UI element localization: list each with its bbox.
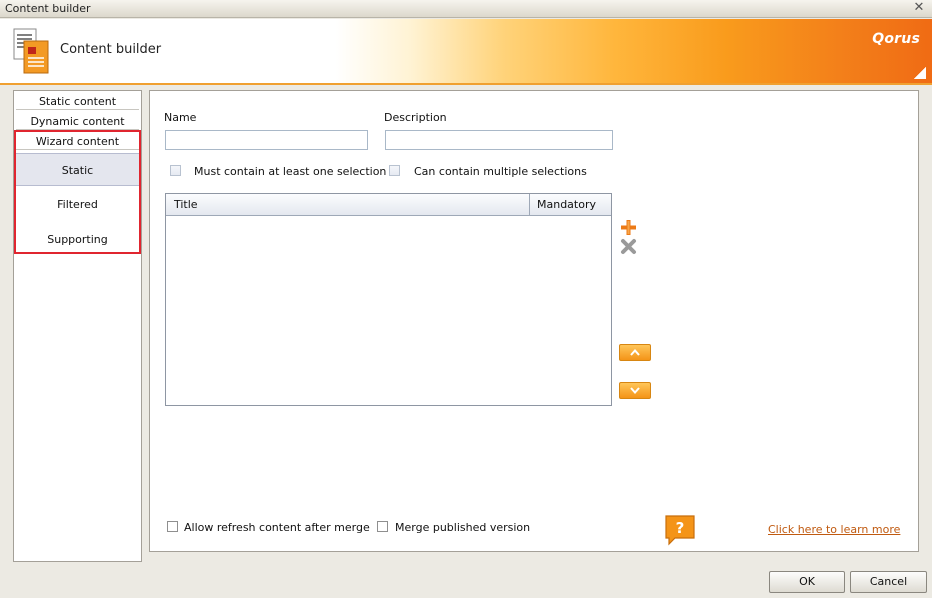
allow-refresh-checkbox[interactable]	[167, 521, 178, 532]
header-banner: Content builder Qorus	[0, 19, 932, 85]
description-label: Description	[384, 111, 447, 124]
move-up-icon	[630, 348, 640, 356]
merge-published-label: Merge published version	[395, 521, 531, 534]
name-label: Name	[164, 111, 197, 124]
document-icon	[13, 28, 49, 74]
svg-text:?: ?	[676, 519, 685, 537]
grid-header: Title Mandatory	[166, 194, 611, 216]
nav-item-static-content[interactable]: Static content	[16, 93, 139, 110]
help-icon[interactable]: ?	[663, 513, 697, 546]
window-title: Content builder	[5, 2, 91, 15]
nav-subitem-supporting[interactable]: Supporting	[16, 223, 139, 256]
move-up-button[interactable]	[619, 344, 651, 361]
banner-title: Content builder	[60, 42, 162, 57]
nav-item-dynamic-content[interactable]: Dynamic content	[16, 113, 139, 130]
cancel-button[interactable]: Cancel	[850, 571, 927, 593]
remove-icon[interactable]	[620, 238, 637, 255]
allow-refresh-label: Allow refresh content after merge	[184, 521, 370, 534]
nav-item-wizard-content[interactable]: Wizard content	[16, 133, 139, 150]
brand-logo: Qorus	[872, 31, 920, 47]
ok-button[interactable]: OK	[769, 571, 845, 593]
items-grid[interactable]: Title Mandatory	[165, 193, 612, 406]
learn-more-link[interactable]: Click here to learn more	[768, 523, 900, 536]
must-contain-checkbox[interactable]	[170, 165, 181, 176]
column-header-title[interactable]: Title	[166, 194, 530, 216]
move-down-button[interactable]	[619, 382, 651, 399]
window-titlebar: Content builder ✕	[0, 0, 932, 18]
merge-published-checkbox[interactable]	[377, 521, 388, 532]
multiple-selections-label: Can contain multiple selections	[414, 165, 587, 178]
content-type-nav: Static content Dynamic content Wizard co…	[13, 90, 142, 562]
nav-subitem-static[interactable]: Static	[16, 153, 139, 186]
move-down-icon	[630, 387, 640, 395]
column-header-mandatory[interactable]: Mandatory	[530, 194, 611, 216]
add-icon[interactable]	[620, 219, 637, 236]
name-input[interactable]	[165, 130, 368, 150]
description-input[interactable]	[385, 130, 613, 150]
multiple-selections-checkbox[interactable]	[389, 165, 400, 176]
nav-subitem-filtered[interactable]: Filtered	[16, 188, 139, 221]
must-contain-label: Must contain at least one selection	[194, 165, 387, 178]
close-icon[interactable]: ✕	[912, 1, 926, 15]
banner-corner-decoration	[914, 67, 926, 79]
